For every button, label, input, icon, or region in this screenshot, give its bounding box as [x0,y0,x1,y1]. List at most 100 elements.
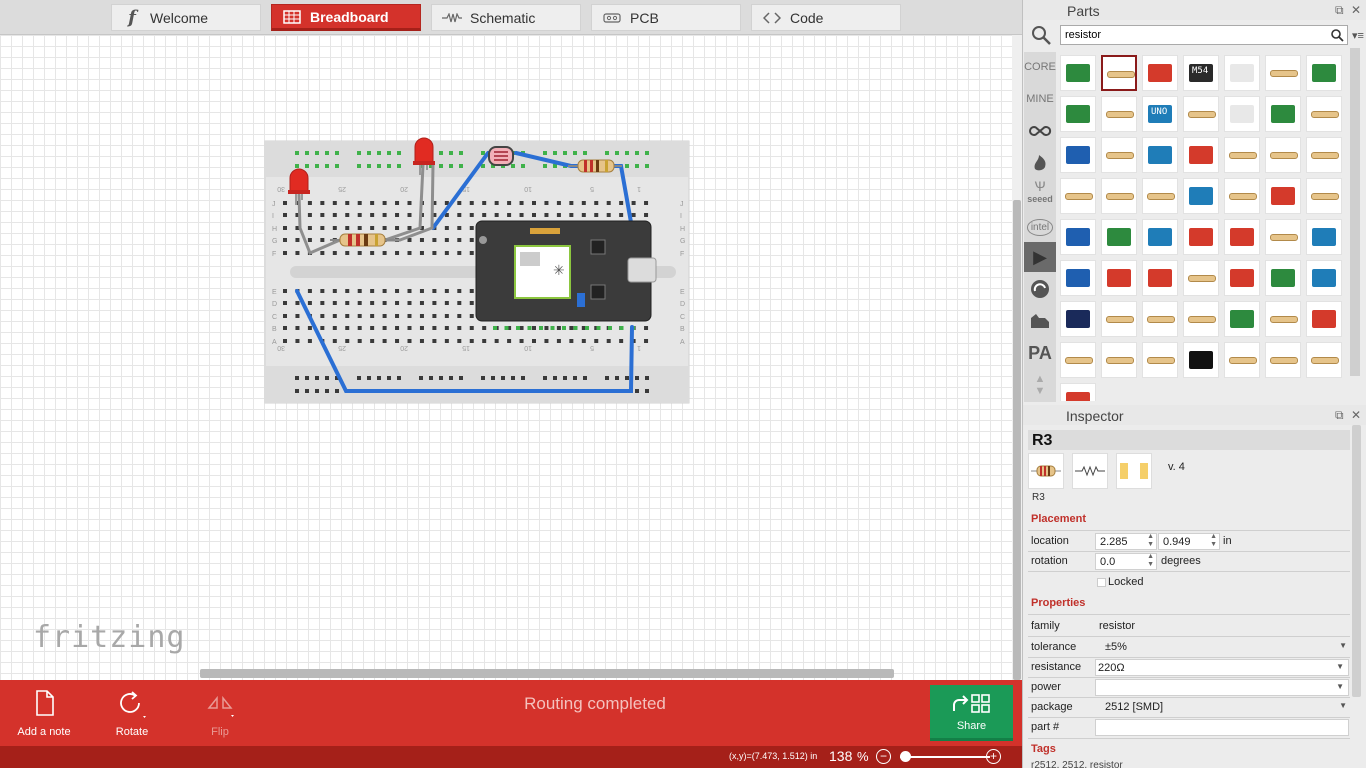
part-bin-item[interactable] [1142,137,1178,173]
breadboard-hole[interactable] [581,213,586,217]
breadboard-hole[interactable] [345,226,350,230]
breadboard-hole[interactable] [644,326,649,330]
breadboard-hole[interactable] [320,213,325,217]
breadboard-hole[interactable] [619,326,624,330]
breadboard-hole[interactable] [357,326,362,330]
breadboard-hole[interactable] [481,376,485,380]
breadboard-hole[interactable] [569,326,574,330]
breadboard-hole[interactable] [357,301,362,305]
partnum-input[interactable] [1095,719,1349,736]
breadboard-hole[interactable] [370,201,375,205]
breadboard-hole[interactable] [370,314,375,318]
breadboard-hole[interactable] [419,339,424,343]
breadboard-hole[interactable] [432,314,437,318]
part-bin-item[interactable] [1224,342,1260,378]
breadboard-hole[interactable] [563,376,567,380]
part-bin-item[interactable] [1142,219,1178,255]
breadboard-hole[interactable] [387,151,391,155]
breadboard-hole[interactable] [382,289,387,293]
part-bin-item[interactable] [1183,219,1219,255]
part-bin-item[interactable] [1224,137,1260,173]
canvas-horizontal-scrollbar[interactable] [200,669,894,678]
breadboard-hole[interactable] [494,213,499,217]
close-icon[interactable]: ✕ [1351,408,1361,422]
part-bin-item[interactable] [1306,219,1342,255]
breadboard-hole[interactable] [407,339,412,343]
breadboard-hole[interactable] [469,301,474,305]
breadboard-hole[interactable] [457,226,462,230]
breadboard-hole[interactable] [395,314,400,318]
breadboard-hole[interactable] [469,201,474,205]
breadboard-hole[interactable] [444,289,449,293]
breadboard-hole[interactable] [345,314,350,318]
breadboard-hole[interactable] [519,201,524,205]
breadboard-hole[interactable] [444,326,449,330]
play-icon[interactable]: ▶ [1024,242,1056,272]
breadboard-hole[interactable] [439,164,443,168]
part-bin-item[interactable] [1306,55,1342,91]
breadboard-hole[interactable] [370,251,375,255]
breadboard-hole[interactable] [493,326,497,330]
adafruit-icon[interactable] [1024,306,1056,336]
breadboard-hole[interactable] [519,326,524,330]
breadboard-hole[interactable] [395,251,400,255]
bin-mine[interactable]: MINE [1024,84,1056,114]
breadboard-hole[interactable] [382,339,387,343]
breadboard-hole[interactable] [631,213,636,217]
breadboard-hole[interactable] [494,339,499,343]
breadboard-hole[interactable] [507,201,512,205]
breadboard-hole[interactable] [553,376,557,380]
breadboard-hole[interactable] [606,201,611,205]
part-bin-item[interactable] [1265,342,1301,378]
breadboard-hole[interactable] [387,376,391,380]
breadboard-hole[interactable] [382,251,387,255]
part-bin-item[interactable] [1142,178,1178,214]
breadboard-hole[interactable] [332,301,337,305]
breadboard-hole[interactable] [457,251,462,255]
breadboard-hole[interactable] [305,151,309,155]
breadboard-hole[interactable] [397,376,401,380]
breadboard-hole[interactable] [419,289,424,293]
breadboard-hole[interactable] [469,339,474,343]
breadboard-hole[interactable] [407,289,412,293]
add-note-button[interactable]: Add a note [4,686,84,742]
breadboard-hole[interactable] [332,213,337,217]
breadboard-hole[interactable] [407,226,412,230]
breadboard-hole[interactable] [504,326,509,330]
breadboard-hole[interactable] [635,151,639,155]
breadboard-hole[interactable] [469,314,474,318]
breadboard-hole[interactable] [606,339,611,343]
breadboard-hole[interactable] [444,314,449,318]
canvas-vertical-scrollbar[interactable] [1013,200,1021,680]
part-bin-item[interactable] [1142,342,1178,378]
part-bin-item[interactable] [1060,137,1096,173]
breadboard-hole[interactable] [387,164,391,168]
part-bin-item[interactable] [1060,96,1096,132]
breadboard-hole[interactable] [307,289,312,293]
breadboard-hole[interactable] [283,314,287,318]
part-bin-item[interactable] [1265,96,1301,132]
part-title-field[interactable]: R3 [1032,492,1045,503]
breadboard-hole[interactable] [307,226,312,230]
zoom-slider-handle[interactable] [900,751,911,762]
package-dropdown[interactable]: 2512 [SMD] ▼ [1095,699,1353,716]
part-bin-item[interactable] [1265,260,1301,296]
breadboard-hole[interactable] [543,151,547,155]
breadboard-hole[interactable] [469,226,474,230]
breadboard-hole[interactable] [407,251,412,255]
breadboard-hole[interactable] [295,301,300,305]
breadboard-hole[interactable] [407,301,412,305]
breadboard-hole[interactable] [419,376,423,380]
breadboard-hole[interactable] [407,326,412,330]
breadboard-hole[interactable] [556,326,561,330]
breadboard-hole[interactable] [407,314,412,318]
part-bin-item[interactable] [1306,137,1342,173]
breadboard-hole[interactable] [569,339,574,343]
breadboard-hole[interactable] [315,389,319,393]
breadboard-hole[interactable] [307,326,312,330]
breadboard-hole[interactable] [519,213,524,217]
breadboard-hole[interactable] [544,339,549,343]
share-button[interactable]: Share [930,685,1013,741]
part-bin-item[interactable] [1183,178,1219,214]
breadboard-hole[interactable] [605,151,609,155]
